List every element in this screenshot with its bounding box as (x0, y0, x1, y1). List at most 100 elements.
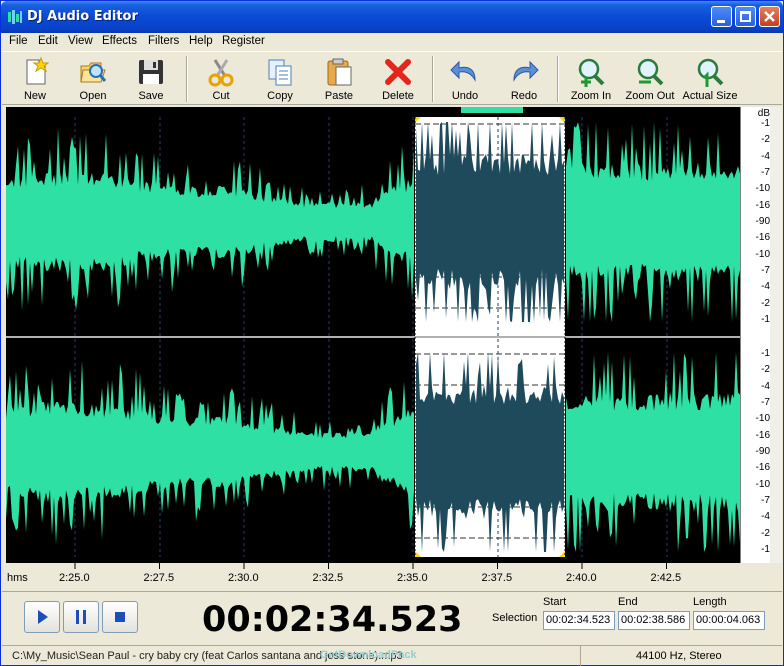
ruler-tick-label: 2:40.0 (566, 572, 597, 584)
toolbar-separator (557, 56, 559, 102)
close-button[interactable] (759, 6, 780, 27)
waveform-top-channel-right (566, 122, 740, 322)
db-tick-label: -10 (755, 478, 770, 490)
selection-start-field[interactable]: 00:02:34.523 (543, 611, 615, 630)
cut-label: Cut (212, 90, 230, 102)
db-tick-label: -90 (755, 446, 770, 457)
new-button[interactable]: New (10, 54, 60, 104)
db-tick-label: -90 (755, 216, 770, 227)
menu-help[interactable]: Help (189, 35, 213, 47)
selection-length-field[interactable]: 00:00:04.063 (693, 611, 765, 630)
delete-label: Delete (382, 90, 414, 102)
save-button[interactable]: Save (126, 54, 176, 104)
save-label: Save (138, 90, 164, 102)
vertical-scrollbar[interactable] (770, 107, 782, 563)
waveform-view[interactable] (6, 107, 740, 563)
zoom-out-button[interactable]: Zoom Out (623, 54, 677, 104)
undo-button[interactable]: Undo (439, 54, 491, 104)
maximize-button[interactable] (735, 6, 756, 27)
status-audio-format: 44100 Hz, Stereo (580, 646, 782, 666)
db-tick-label: -4 (761, 281, 770, 293)
db-tick-label: -1 (761, 314, 770, 325)
db-tick-label: -16 (755, 232, 770, 244)
title-bar[interactable]: DJ Audio Editor (1, 1, 783, 33)
db-tick-label: -4 (761, 380, 770, 392)
delete-button[interactable]: Delete (372, 54, 424, 104)
ruler-tick-label: 2:25.0 (59, 572, 90, 584)
selection-end-field[interactable]: 00:02:38.586 (618, 611, 690, 630)
open-label: Open (79, 90, 107, 102)
open-button[interactable]: Open (68, 54, 118, 104)
menu-view[interactable]: View (68, 35, 93, 47)
db-tick-label: -16 (755, 429, 770, 441)
zoom-in-label: Zoom In (570, 90, 612, 102)
app-window: DJ Audio Editor File Edit View Effects F… (0, 0, 784, 666)
ruler-tick-label: 2:37.5 (481, 572, 513, 584)
db-tick-label: -7 (761, 265, 770, 276)
toolbar-separator (432, 56, 434, 102)
status-bar: C:\My_Music\Sean Paul - cry baby cry (fe… (2, 645, 782, 666)
stop-button[interactable] (102, 601, 138, 633)
delete-x-icon (385, 59, 411, 85)
clipboard-icon (327, 58, 352, 86)
db-scale: dB -1 -2 -4 -7 -10 -16 -90 -16 -10 -7 -4 -2 -1 -1 -2 -4… (740, 107, 770, 563)
actual-size-button[interactable]: Actual Size (680, 54, 740, 104)
undo-arrow-icon (450, 60, 476, 82)
transport-panel: 00:02:34.523 Selection Start End Length … (2, 591, 782, 643)
current-time-display: 00:02:34.523 (202, 600, 463, 640)
copy-button[interactable]: Copy (254, 54, 306, 104)
selection-label: Selection (492, 612, 538, 624)
paste-label: Paste (324, 90, 354, 102)
cut-button[interactable]: Cut (196, 54, 246, 104)
end-label: End (618, 596, 638, 608)
open-folder-icon (80, 62, 107, 83)
menu-effects[interactable]: Effects (102, 35, 137, 47)
actual-size-label: Actual Size (682, 90, 738, 102)
waveform-top-channel-left (6, 127, 414, 311)
pause-icon (76, 610, 86, 624)
db-tick-label: -2 (761, 527, 770, 539)
db-tick-label: -16 (755, 199, 770, 211)
toolbar: New Open Save Cut Copy Paste Delete Undo… (2, 51, 782, 105)
menu-filters[interactable]: Filters (148, 35, 179, 47)
ruler-tick-label: 2:35.0 (397, 572, 428, 584)
watermark-text: GetDownloadPack (320, 649, 417, 661)
play-button[interactable] (24, 601, 60, 633)
db-tick-label: -4 (761, 511, 770, 523)
db-tick-label: -10 (755, 183, 770, 195)
db-tick-label: -16 (755, 462, 770, 474)
db-tick-label: -10 (755, 248, 770, 260)
paste-button[interactable]: Paste (313, 54, 365, 104)
copy-icon (268, 59, 292, 86)
app-icon (8, 10, 22, 24)
zoom-out-icon (637, 58, 664, 86)
waveform-bottom-channel-left (6, 360, 414, 545)
time-ruler[interactable]: hms 2:25.0 2:27.5 2:30.0 2:32.5 2:35.0 2:37.5… (6, 563, 740, 587)
db-tick-label: -1 (761, 118, 770, 129)
close-icon (764, 11, 775, 22)
redo-label: Redo (510, 90, 538, 102)
minimize-button[interactable] (711, 6, 732, 27)
ruler-tick-label: 2:32.5 (312, 572, 344, 584)
floppy-disk-icon (139, 60, 163, 84)
zoom-in-icon (578, 58, 605, 87)
db-tick-label: -1 (761, 544, 770, 555)
pause-button[interactable] (63, 601, 99, 633)
ruler-tick-label: 2:42.5 (650, 572, 682, 584)
db-tick-label: -7 (761, 495, 770, 506)
menu-register[interactable]: Register (222, 35, 265, 47)
menu-file[interactable]: File (9, 35, 28, 47)
play-icon (38, 610, 48, 624)
ruler-unit: hms (7, 572, 28, 584)
length-label: Length (693, 596, 727, 608)
db-tick-label: -7 (761, 397, 770, 408)
scissors-icon (208, 59, 234, 87)
menu-bar: File Edit View Effects Filters Help Regi… (1, 33, 783, 51)
zoom-in-button[interactable]: Zoom In (564, 54, 618, 104)
redo-button[interactable]: Redo (498, 54, 550, 104)
undo-label: Undo (451, 90, 479, 102)
menu-edit[interactable]: Edit (38, 35, 58, 47)
copy-label: Copy (267, 90, 293, 102)
db-tick-label: -4 (761, 150, 770, 162)
window-title: DJ Audio Editor (27, 9, 138, 24)
